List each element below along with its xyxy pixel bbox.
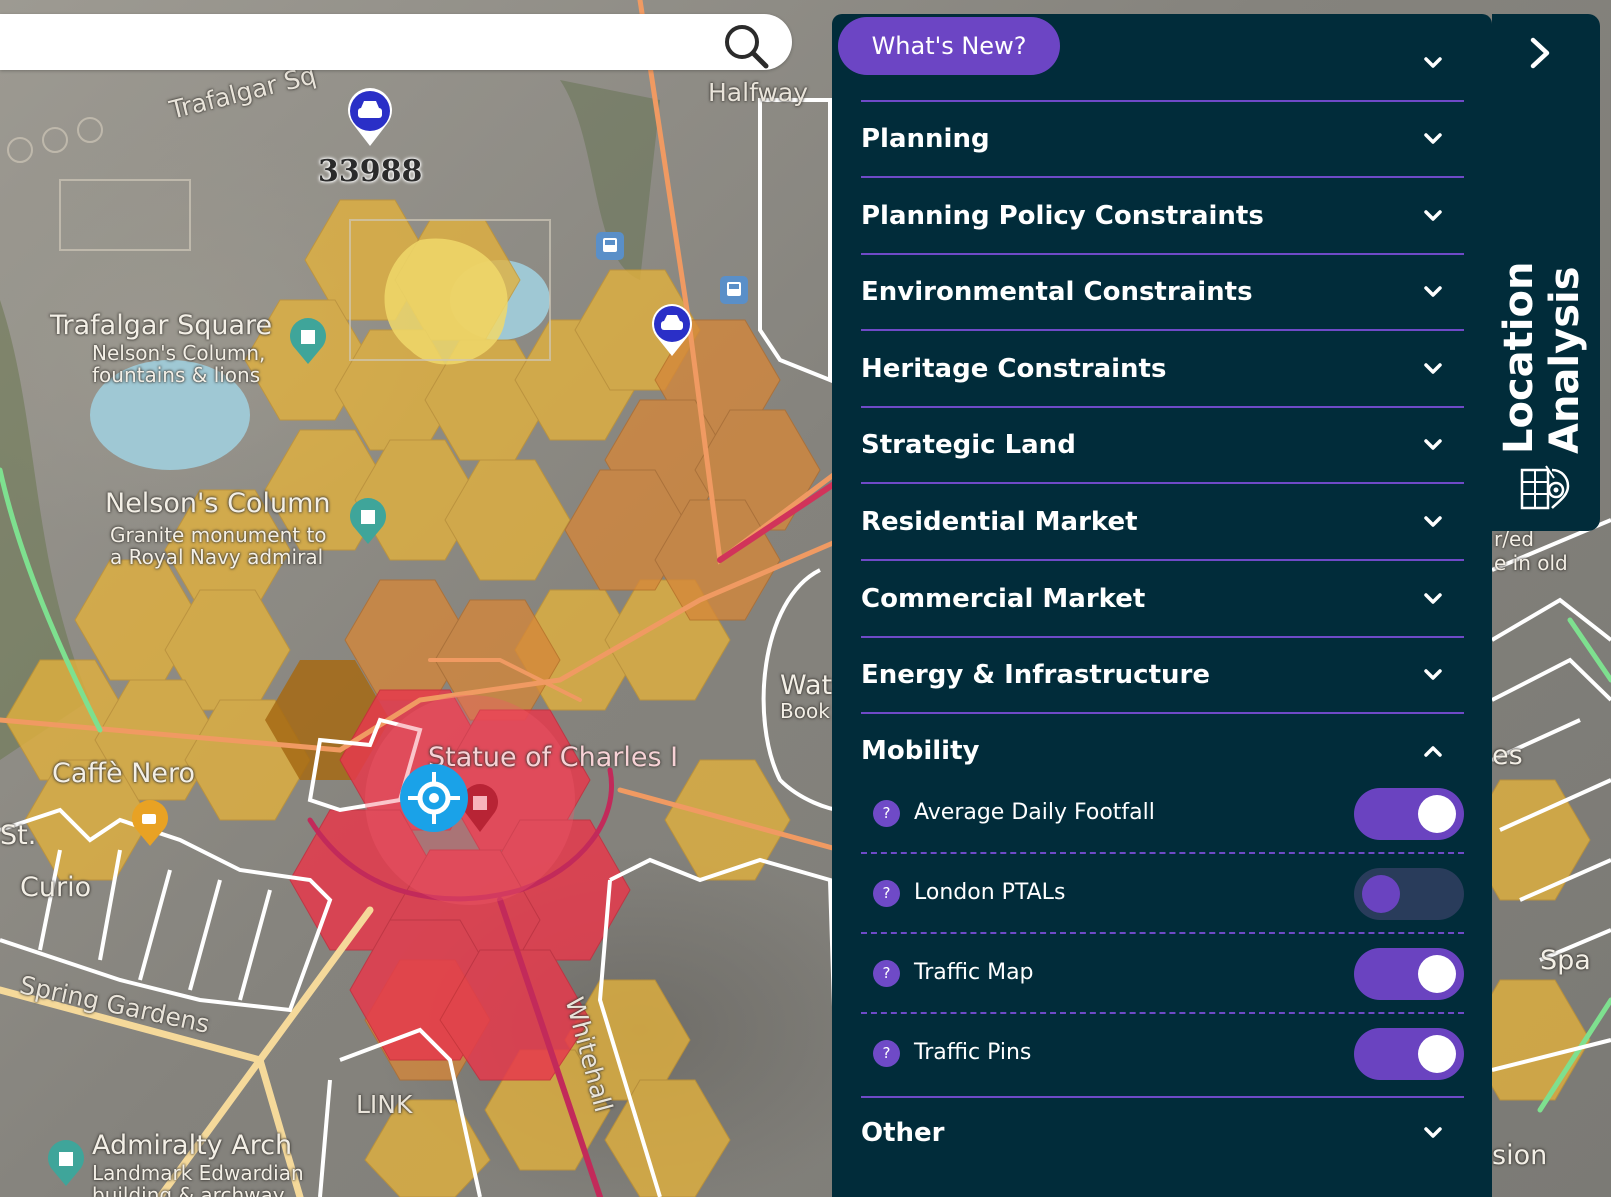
section-label: Energy & Infrastructure xyxy=(861,660,1210,690)
map-label-book: Book xyxy=(780,699,830,723)
section-unnamed[interactable] xyxy=(861,26,1464,102)
location-analysis-tab[interactable]: Location Analysis xyxy=(1492,14,1600,531)
section-other[interactable]: Other xyxy=(861,1096,1464,1172)
ptals-toggle[interactable] xyxy=(1354,868,1464,920)
layer-row-london-ptals: ? London PTALs xyxy=(861,854,1464,934)
section-environmental-constraints[interactable]: Environmental Constraints xyxy=(861,255,1464,331)
map-label-right-top2: e in old xyxy=(1494,551,1568,575)
help-icon[interactable]: ? xyxy=(873,800,900,827)
section-label: Mobility xyxy=(861,736,980,766)
section-label: Environmental Constraints xyxy=(861,277,1253,307)
chevron-up-icon xyxy=(1424,746,1442,757)
chevron-down-icon xyxy=(1424,1127,1442,1138)
chevron-right-icon xyxy=(1530,37,1550,69)
traffic-pins-toggle[interactable] xyxy=(1354,1028,1464,1080)
traffic-map-toggle[interactable] xyxy=(1354,948,1464,1000)
toggle-knob xyxy=(1362,875,1400,913)
section-residential-market[interactable]: Residential Market xyxy=(861,485,1464,561)
section-label: Other xyxy=(861,1118,945,1148)
section-heritage-constraints[interactable]: Heritage Constraints xyxy=(861,332,1464,408)
map-label-nelsons-column: Nelson's Column xyxy=(105,488,331,519)
layer-label: Traffic Map xyxy=(914,960,1034,985)
map-label-right-top: r/ed xyxy=(1494,527,1534,551)
traffic-count-label: 33988 xyxy=(318,154,423,189)
map-label-trafalgar-square: Trafalgar Square xyxy=(50,310,273,341)
section-label: Heritage Constraints xyxy=(861,354,1167,384)
chevron-down-icon xyxy=(1424,133,1442,144)
help-icon[interactable]: ? xyxy=(873,1040,900,1067)
desc-line: fountains & lions xyxy=(92,363,261,387)
desc-line: building & archway xyxy=(92,1183,285,1197)
section-label: Planning xyxy=(861,124,990,154)
map-label-wat: Wat xyxy=(780,670,833,701)
map-label-right-es: es xyxy=(1492,740,1523,771)
map-label-link: LINK xyxy=(356,1090,413,1119)
toggle-knob xyxy=(1418,795,1456,833)
map-label-halfway: Halfway xyxy=(708,78,808,107)
layer-row-traffic-pins: ? Traffic Pins xyxy=(861,1014,1464,1094)
search-bar xyxy=(0,14,792,70)
chevron-down-icon xyxy=(1424,286,1442,297)
section-energy-infrastructure[interactable]: Energy & Infrastructure xyxy=(861,638,1464,714)
layer-label: Traffic Pins xyxy=(914,1040,1032,1065)
footfall-toggle[interactable] xyxy=(1354,788,1464,840)
location-analysis-icon xyxy=(1520,465,1570,510)
map-label-curio: Curio xyxy=(20,872,92,903)
desc-line: a Royal Navy admiral xyxy=(110,545,324,569)
map-label-admiralty-desc: Landmark Edwardian building & archway xyxy=(92,1162,304,1197)
search-icon[interactable] xyxy=(722,22,770,70)
section-planning[interactable]: Planning xyxy=(861,102,1464,178)
cafe-pin-icon[interactable] xyxy=(130,800,170,848)
car-pin-icon[interactable] xyxy=(345,86,395,148)
section-label: Commercial Market xyxy=(861,584,1146,614)
bus-stop-icon[interactable] xyxy=(720,276,748,304)
chevron-down-icon xyxy=(1424,57,1442,68)
search-input[interactable] xyxy=(12,22,716,64)
map-label-st: St. xyxy=(0,820,37,851)
chevron-down-icon xyxy=(1424,210,1442,221)
map-label-admiralty-arch: Admiralty Arch xyxy=(92,1130,293,1161)
help-icon[interactable]: ? xyxy=(873,880,900,907)
chevron-down-icon xyxy=(1424,516,1442,527)
map-label-nelsons-column-desc: Granite monument to a Royal Navy admiral xyxy=(110,524,327,568)
layer-label: London PTALs xyxy=(914,880,1066,905)
chevron-down-icon xyxy=(1424,593,1442,604)
chevron-down-icon xyxy=(1424,439,1442,450)
map-label-caffe-nero: Caffè Nero xyxy=(52,758,196,789)
toggle-knob xyxy=(1418,1035,1456,1073)
section-label: Strategic Land xyxy=(861,430,1076,460)
location-analysis-title: Location Analysis xyxy=(1496,261,1588,454)
layer-label: Average Daily Footfall xyxy=(914,800,1155,825)
location-target-icon[interactable] xyxy=(398,762,470,834)
layers-panel: What's New? Planning Planning Policy Con… xyxy=(832,14,1492,1197)
section-commercial-market[interactable]: Commercial Market xyxy=(861,562,1464,638)
desc-line: Landmark Edwardian xyxy=(92,1161,304,1185)
bus-stop-icon[interactable] xyxy=(596,232,624,260)
car-pin-icon[interactable] xyxy=(650,302,694,358)
landmark-pin-icon[interactable] xyxy=(288,318,328,366)
desc-line: Nelson's Column, xyxy=(92,341,266,365)
chevron-down-icon xyxy=(1424,669,1442,680)
layer-row-average-daily-footfall: ? Average Daily Footfall xyxy=(861,774,1464,854)
section-strategic-land[interactable]: Strategic Land xyxy=(861,408,1464,484)
section-label: Planning Policy Constraints xyxy=(861,201,1264,231)
landmark-pin-icon[interactable] xyxy=(46,1140,86,1188)
toggle-knob xyxy=(1418,955,1456,993)
chevron-down-icon xyxy=(1424,363,1442,374)
section-planning-policy-constraints[interactable]: Planning Policy Constraints xyxy=(861,179,1464,255)
section-label: Residential Market xyxy=(861,507,1138,537)
map-label-right-spa: Spa xyxy=(1540,945,1591,976)
landmark-pin-icon[interactable] xyxy=(348,498,388,546)
map-label-trafalgar-square-desc: Nelson's Column, fountains & lions xyxy=(92,342,265,386)
map-label-right-sion: sion xyxy=(1492,1140,1548,1171)
help-icon[interactable]: ? xyxy=(873,960,900,987)
desc-line: Granite monument to xyxy=(110,523,327,547)
layer-row-traffic-map: ? Traffic Map xyxy=(861,934,1464,1014)
